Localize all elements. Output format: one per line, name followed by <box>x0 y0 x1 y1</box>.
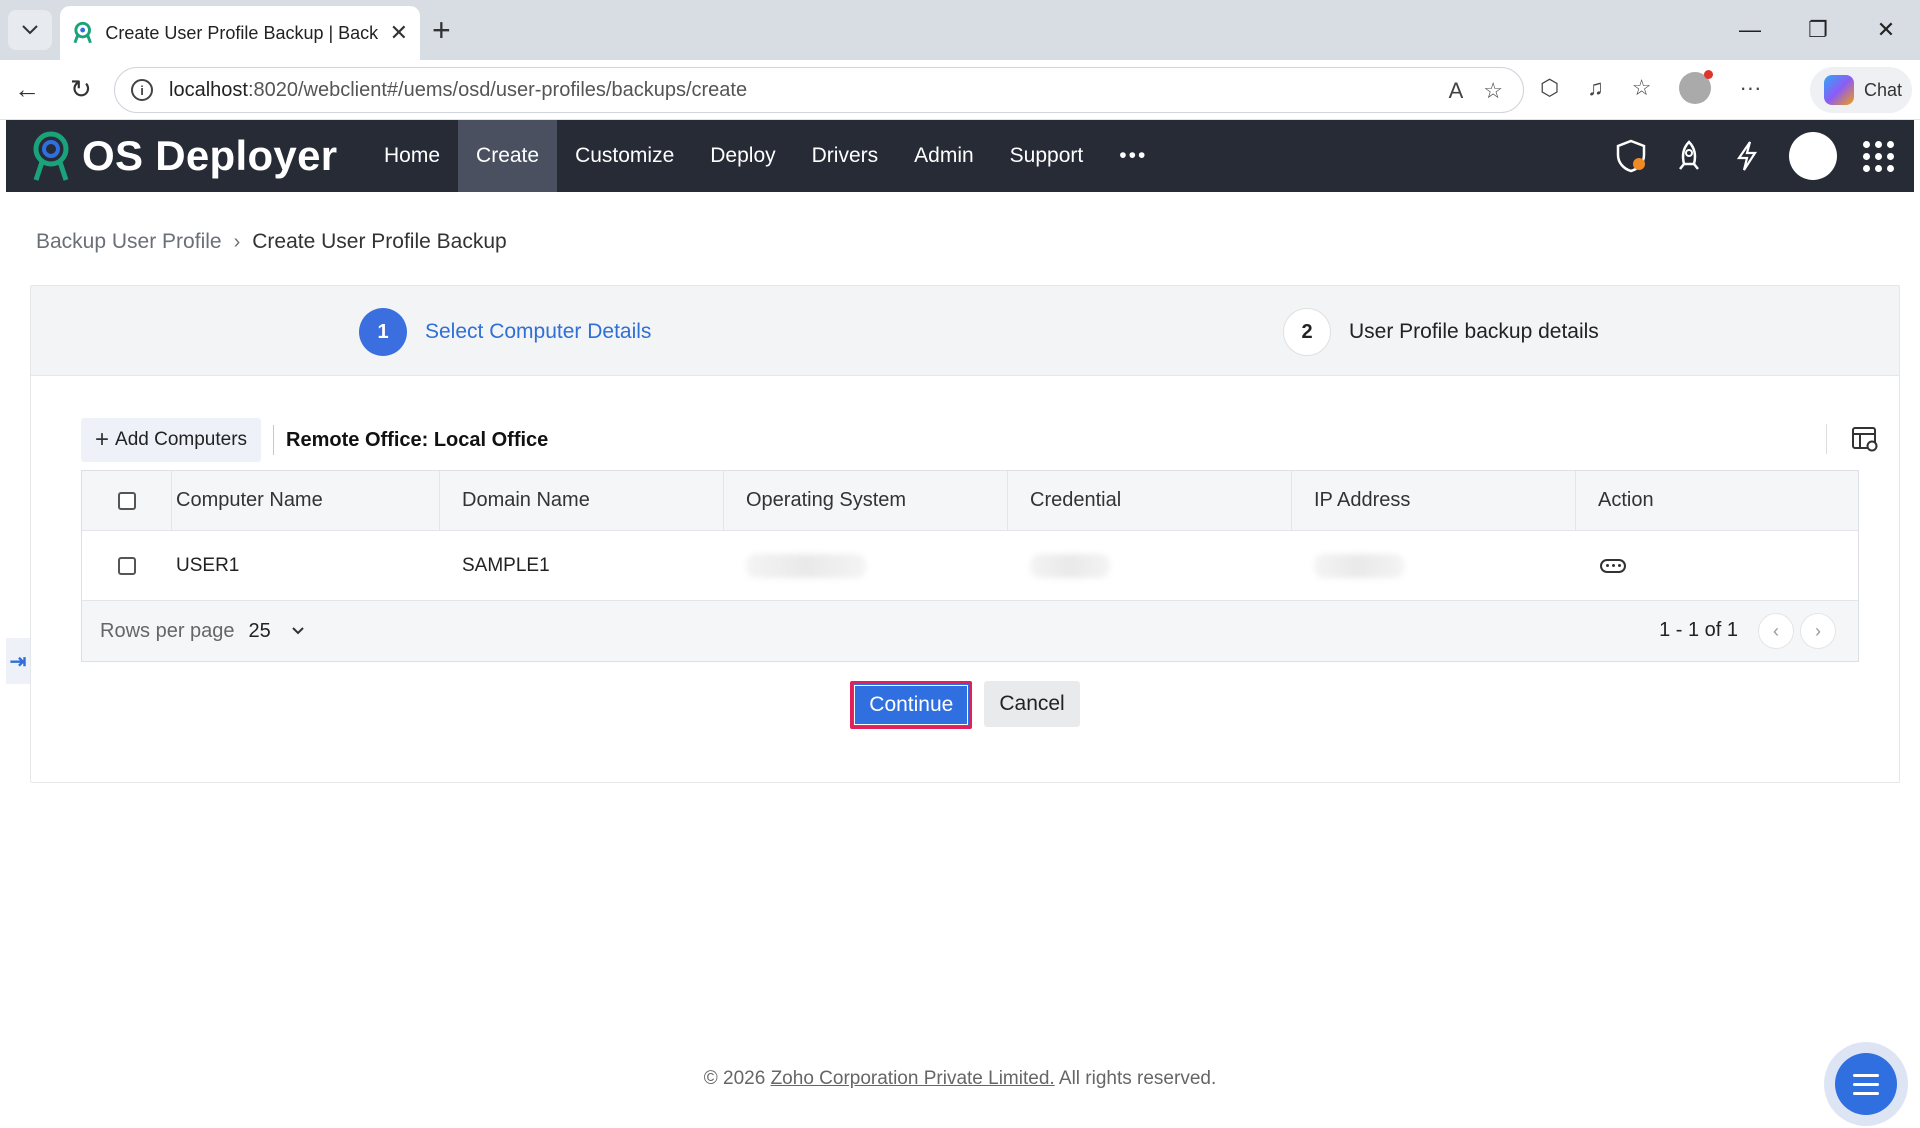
step-2-number: 2 <box>1283 308 1331 356</box>
floating-menu-button[interactable] <box>1824 1042 1908 1126</box>
table-row: USER1 SAMPLE1 <box>82 531 1858 601</box>
add-computers-button[interactable]: + Add Computers <box>81 418 262 462</box>
extensions-icon[interactable]: ⬡ <box>1540 75 1559 101</box>
read-aloud-icon[interactable]: A <box>1449 78 1464 104</box>
remote-office-label: Remote Office: Local Office <box>286 428 549 451</box>
chat-label: Chat <box>1864 79 1903 100</box>
logo[interactable]: OS Deployer <box>28 130 337 182</box>
rocket-icon[interactable] <box>1673 140 1705 172</box>
tab-title: Create User Profile Backup | Backup <box>105 22 378 43</box>
col-operating-system[interactable]: Operating System <box>724 471 1008 530</box>
nav-admin[interactable]: Admin <box>896 120 992 192</box>
reload-icon[interactable]: ↻ <box>70 74 92 105</box>
col-credential[interactable]: Credential <box>1008 471 1292 530</box>
add-computers-label: Add Computers <box>115 429 248 450</box>
user-avatar[interactable] <box>1789 132 1837 180</box>
col-domain-name[interactable]: Domain Name <box>440 471 724 530</box>
cell-credential-blurred <box>1008 531 1292 600</box>
chevron-down-icon[interactable] <box>291 626 305 636</box>
app-header: OS Deployer Home Create Customize Deploy… <box>6 120 1914 192</box>
breadcrumb-current: Create User Profile Backup <box>252 230 507 253</box>
copilot-chat-button[interactable]: Chat <box>1810 67 1912 113</box>
cell-domain-name: SAMPLE1 <box>462 554 550 576</box>
favorites-icon[interactable]: ☆ <box>1632 75 1652 101</box>
select-all-checkbox[interactable] <box>118 491 136 510</box>
rows-per-page-select[interactable]: 25 <box>249 620 271 643</box>
app-window: OS Deployer Home Create Customize Deploy… <box>6 120 1914 1126</box>
new-tab-icon[interactable]: + <box>432 12 451 48</box>
browser-tab-bar: Create User Profile Backup | Backup ✕ + … <box>0 0 1920 60</box>
column-settings-icon[interactable] <box>1851 425 1879 453</box>
address-bar-row: ← ↻ i localhost:8020/webclient#/uems/osd… <box>0 60 1920 120</box>
col-computer-name[interactable]: Computer Name <box>172 471 440 530</box>
nav-support[interactable]: Support <box>992 120 1102 192</box>
wizard-card: 1 Select Computer Details 2 User Profile… <box>30 285 1900 783</box>
restore-icon[interactable]: ❐ <box>1784 0 1852 60</box>
footer-copyright: © 2026 <box>703 1068 771 1089</box>
logo-text: OS Deployer <box>82 132 338 179</box>
security-shield-icon[interactable] <box>1615 139 1647 173</box>
nav-home[interactable]: Home <box>366 120 458 192</box>
previous-page-icon[interactable]: ‹ <box>1758 613 1794 649</box>
row-checkbox[interactable] <box>118 556 136 575</box>
breadcrumb-backup-user-profile[interactable]: Backup User Profile <box>36 230 222 254</box>
wizard-steps: 1 Select Computer Details 2 User Profile… <box>31 286 1899 376</box>
url-text: localhost:8020/webclient#/uems/osd/user-… <box>169 78 748 101</box>
table-header: Computer Name Domain Name Operating Syst… <box>82 471 1858 531</box>
col-ip-address[interactable]: IP Address <box>1292 471 1576 530</box>
next-page-icon[interactable]: › <box>1800 613 1836 649</box>
browser-tab[interactable]: Create User Profile Backup | Backup ✕ <box>60 6 420 60</box>
plus-icon: + <box>95 426 110 453</box>
app-grid-icon[interactable] <box>1863 140 1894 172</box>
close-tab-icon[interactable]: ✕ <box>390 20 408 46</box>
col-action: Action <box>1598 489 1654 511</box>
form-actions: Continue Cancel <box>31 681 1899 729</box>
hamburger-menu-icon <box>1835 1053 1897 1115</box>
step-2-label: User Profile backup details <box>1349 320 1599 343</box>
nav-create[interactable]: Create <box>458 120 558 192</box>
back-icon[interactable]: ← <box>14 74 40 105</box>
media-icon[interactable]: ♫ <box>1587 75 1604 101</box>
step-1: 1 Select Computer Details <box>359 308 651 356</box>
cell-operating-system-blurred <box>724 531 1008 600</box>
divider <box>273 425 275 455</box>
more-options-icon[interactable]: ··· <box>1739 75 1761 101</box>
site-info-icon[interactable]: i <box>131 79 153 101</box>
cancel-button[interactable]: Cancel <box>984 681 1080 727</box>
favorite-star-icon[interactable]: ☆ <box>1483 78 1503 104</box>
main-nav: Home Create Customize Deploy Drivers Adm… <box>366 120 1165 192</box>
rows-per-page-label: Rows per page <box>100 619 235 642</box>
url-field[interactable]: i localhost:8020/webclient#/uems/osd/use… <box>114 67 1524 113</box>
breadcrumb: Backup User Profile › Create User Profil… <box>36 230 507 254</box>
side-panel-toggle-icon[interactable]: ⇥ <box>6 638 30 684</box>
footer-rights: All rights reserved. <box>1054 1068 1217 1089</box>
os-deployer-logo-icon <box>33 131 69 181</box>
window-close-icon[interactable]: ✕ <box>1852 0 1920 60</box>
nav-deploy[interactable]: Deploy <box>692 120 793 192</box>
cell-computer-name: USER1 <box>176 554 240 576</box>
chevron-right-icon: › <box>233 230 241 253</box>
pagination-range: 1 - 1 of 1 <box>1659 619 1738 641</box>
os-deployer-favicon-icon <box>73 21 92 44</box>
step-1-label: Select Computer Details <box>425 320 652 343</box>
nav-customize[interactable]: Customize <box>557 120 692 192</box>
continue-button[interactable]: Continue <box>850 681 973 729</box>
footer: © 2026 Zoho Corporation Private Limited.… <box>6 1068 1914 1090</box>
more-actions-icon[interactable] <box>1600 558 1626 573</box>
profile-avatar[interactable] <box>1679 70 1714 104</box>
computers-table: Computer Name Domain Name Operating Syst… <box>81 470 1859 662</box>
cell-ip-address-blurred <box>1292 531 1576 600</box>
step-2: 2 User Profile backup details <box>1283 308 1599 356</box>
more-menu-icon[interactable]: ••• <box>1101 120 1165 192</box>
table-toolbar: + Add Computers Remote Office: Local Off… <box>81 418 548 462</box>
tab-list-button[interactable] <box>8 10 52 50</box>
nav-drivers[interactable]: Drivers <box>794 120 897 192</box>
chevron-down-icon <box>22 25 38 35</box>
lightning-icon[interactable] <box>1731 140 1763 172</box>
step-1-number: 1 <box>359 308 407 356</box>
footer-zoho-link[interactable]: Zoho Corporation Private Limited. <box>771 1068 1055 1089</box>
minimize-icon[interactable]: — <box>1716 0 1784 60</box>
table-footer: Rows per page 25 1 - 1 of 1 ‹ › <box>82 601 1858 661</box>
copilot-icon <box>1824 75 1854 105</box>
